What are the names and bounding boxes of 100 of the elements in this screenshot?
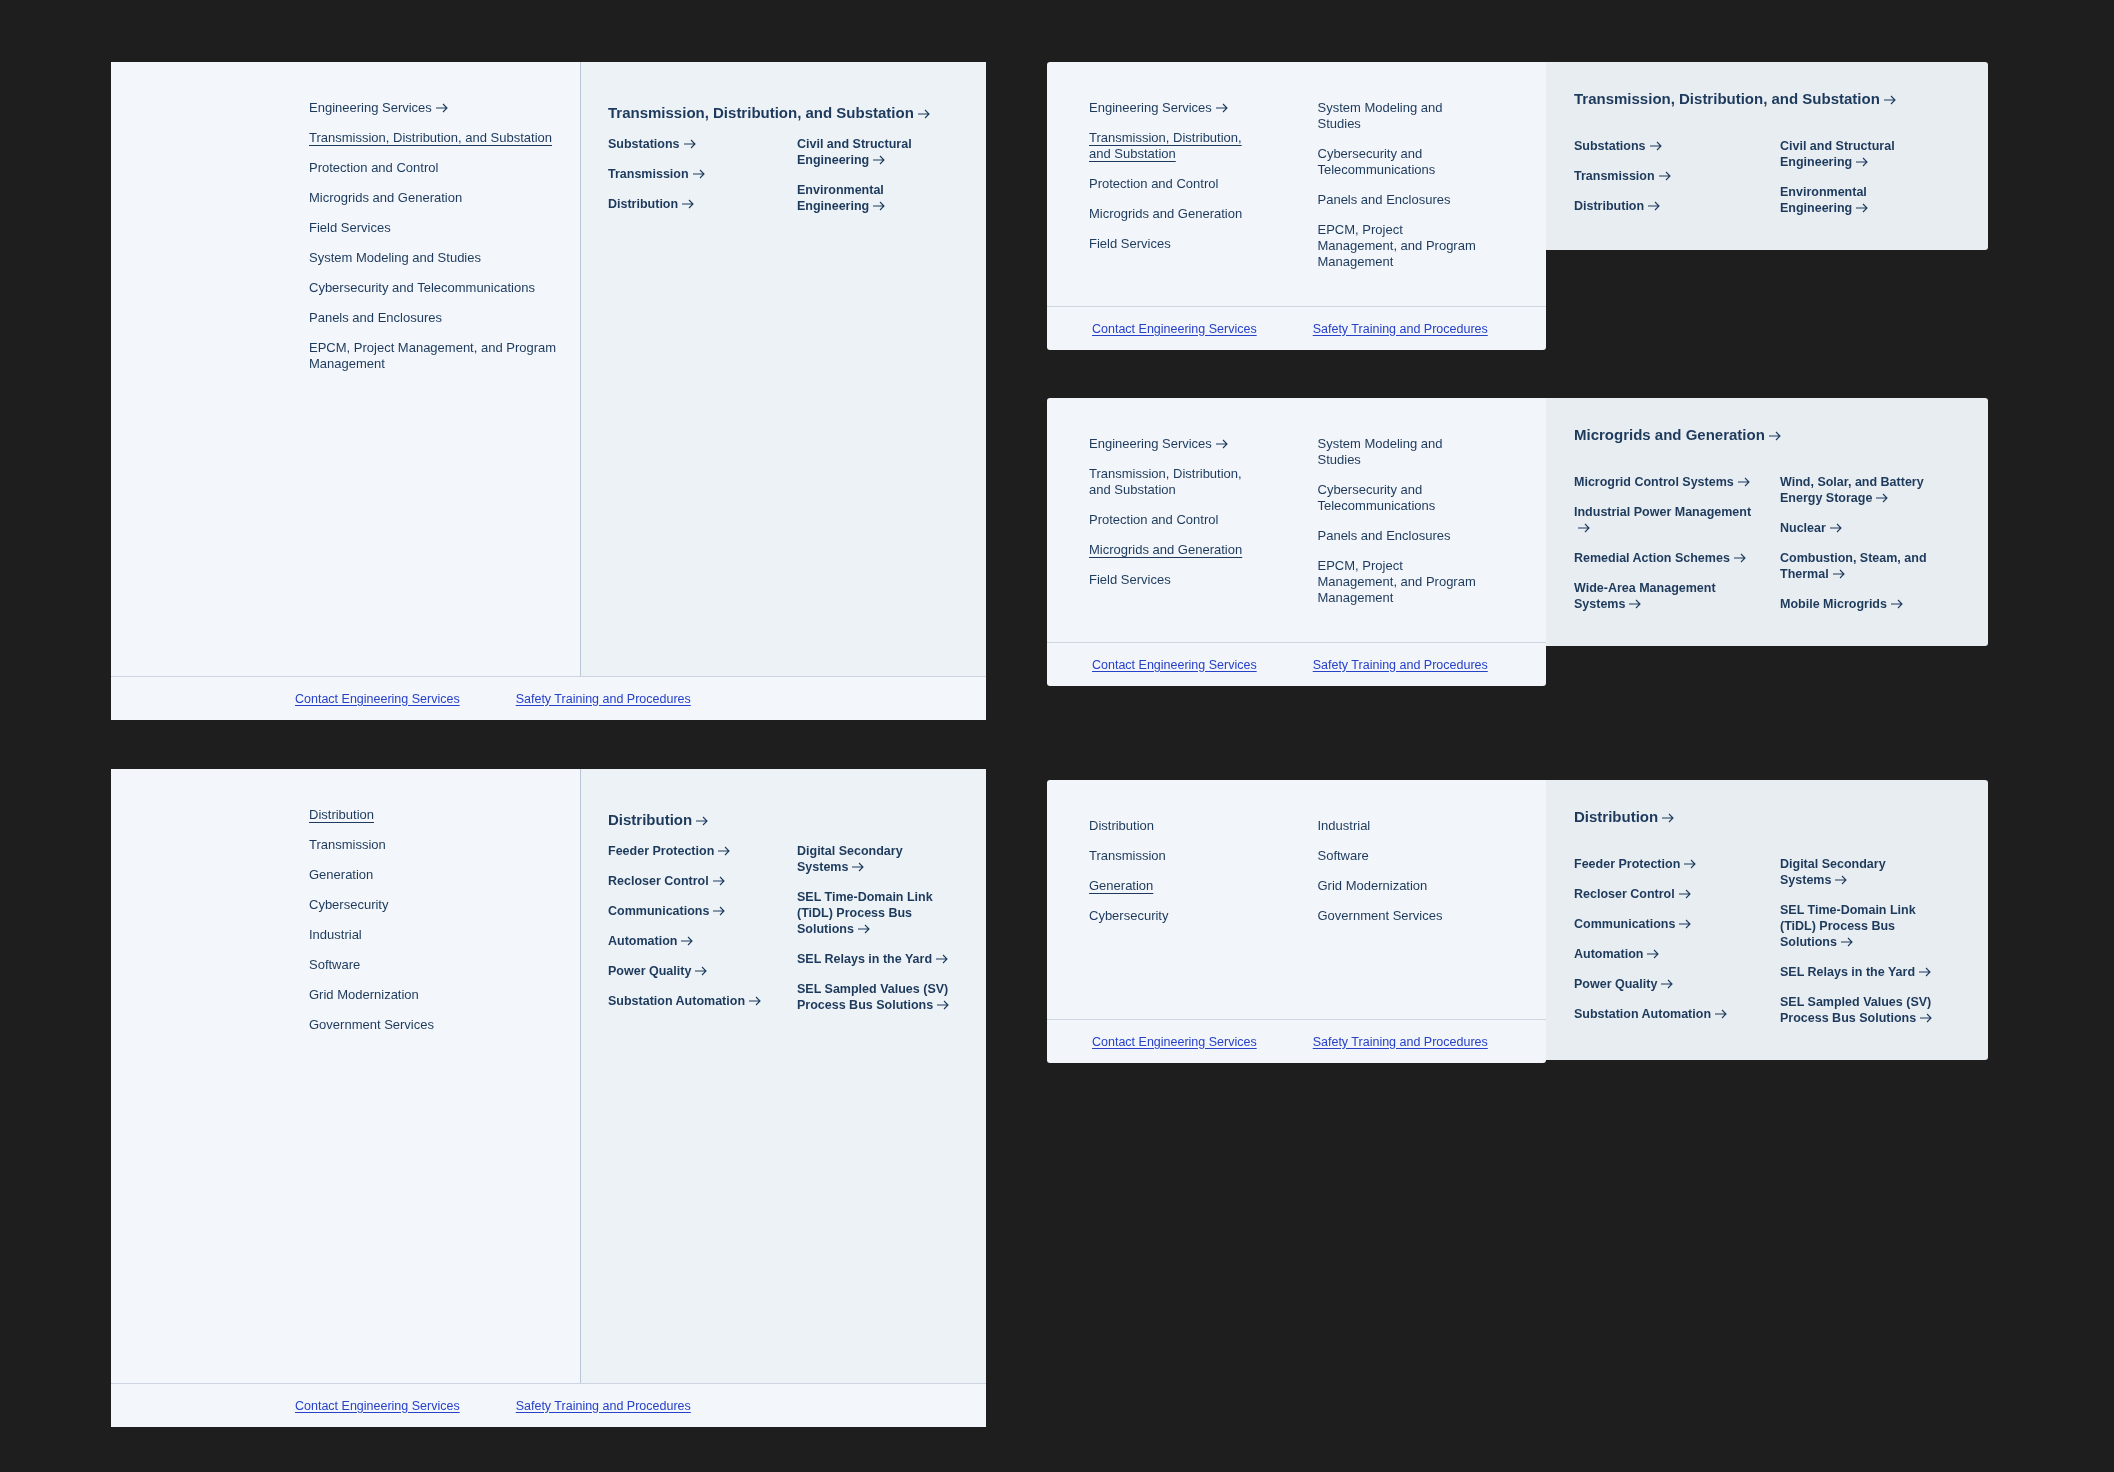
submenu-link[interactable]: SEL Sampled Values (SV) Process Bus Solutions [1780, 994, 1938, 1026]
submenu-link[interactable]: Distribution [608, 196, 695, 212]
submenu-link[interactable]: Remedial Action Schemes [1574, 550, 1746, 566]
submenu-heading-link[interactable]: Distribution [1574, 808, 1968, 826]
submenu-link[interactable]: Recloser Control [608, 873, 725, 889]
menu-item[interactable]: Cybersecurity and Telecommunications [1317, 482, 1485, 514]
menu-item[interactable]: Field Services [309, 220, 391, 236]
menu-item[interactable]: Cybersecurity and Telecommunications [309, 280, 535, 296]
menu-item[interactable]: Panels and Enclosures [309, 310, 442, 326]
menu-item[interactable]: Transmission, Distribution, and Substation [309, 130, 553, 146]
submenu-link[interactable]: Civil and Structural Engineering [797, 136, 955, 168]
menu-item[interactable]: Government Services [309, 1017, 434, 1033]
submenu-link[interactable]: SEL Sampled Values (SV) Process Bus Solutions [797, 981, 955, 1013]
menu-item[interactable]: Engineering Services [1089, 100, 1228, 116]
menu-item[interactable]: Microgrids and Generation [309, 190, 463, 206]
arrow-icon [1835, 875, 1848, 885]
menu-item[interactable]: Panels and Enclosures [1317, 192, 1451, 208]
footer-link[interactable]: Safety Training and Procedures [1312, 1034, 1488, 1049]
submenu-link[interactable]: SEL Relays in the Yard [1780, 964, 1932, 980]
submenu-link[interactable]: Power Quality [608, 963, 708, 979]
submenu-link[interactable]: Environmental Engineering [1780, 184, 1938, 216]
menu-item[interactable]: Microgrids and Generation [1089, 206, 1243, 222]
submenu-link[interactable]: Civil and Structural Engineering [1780, 138, 1938, 170]
submenu-heading-link[interactable]: Distribution [608, 811, 966, 829]
menu-item[interactable]: Industrial [1317, 818, 1371, 834]
arrow-icon [713, 906, 726, 916]
menu-item[interactable]: Distribution [1089, 818, 1155, 834]
submenu-heading-link[interactable]: Transmission, Distribution, and Substation [1574, 90, 1968, 108]
menu-item[interactable]: Transmission, Distribution, and Substation [1089, 130, 1257, 162]
footer-link[interactable]: Contact Engineering Services [1092, 1034, 1257, 1049]
menu-item[interactable]: Field Services [1089, 572, 1171, 588]
menu-item[interactable]: Generation [309, 867, 374, 883]
menu-item[interactable]: Protection and Control [1089, 176, 1219, 192]
submenu-link[interactable]: Industrial Power Management [1574, 504, 1754, 536]
submenu-link[interactable]: Environmental Engineering [797, 182, 955, 214]
submenu-link[interactable]: Microgrid Control Systems [1574, 474, 1750, 490]
menu-item[interactable]: Grid Modernization [309, 987, 419, 1003]
menu-item[interactable]: Protection and Control [1089, 512, 1219, 528]
submenu-link[interactable]: Wind, Solar, and Battery Energy Storage [1780, 474, 1938, 506]
menu-item[interactable]: Field Services [1089, 236, 1171, 252]
menu-item[interactable]: Engineering Services [1089, 436, 1228, 452]
submenu-link[interactable]: Recloser Control [1574, 886, 1691, 902]
footer-link[interactable]: Safety Training and Procedures [1312, 657, 1488, 672]
menu-item[interactable]: Cybersecurity [309, 897, 389, 913]
submenu-link[interactable]: Mobile Microgrids [1780, 596, 1903, 612]
menu-item[interactable]: Distribution [309, 807, 375, 823]
menu-item[interactable]: Transmission [309, 837, 386, 853]
menu-item[interactable]: Microgrids and Generation [1089, 542, 1243, 558]
footer-link[interactable]: Safety Training and Procedures [515, 691, 691, 706]
menu-item[interactable]: EPCM, Project Management, and Program Management [1317, 222, 1485, 270]
submenu-link[interactable]: Substations [608, 136, 696, 152]
menu-item[interactable]: Software [1317, 848, 1369, 864]
menu-item[interactable]: Transmission, Distribution, and Substation [1089, 466, 1257, 498]
submenu-link[interactable]: SEL Relays in the Yard [797, 951, 949, 967]
menu-item[interactable]: Grid Modernization [1317, 878, 1428, 894]
submenu-link[interactable]: Wide-Area Management Systems [1574, 580, 1754, 612]
footer-link[interactable]: Contact Engineering Services [295, 691, 460, 706]
submenu-link[interactable]: Automation [1574, 946, 1660, 962]
submenu-link[interactable]: Automation [608, 933, 694, 949]
menu-item[interactable]: Government Services [1317, 908, 1443, 924]
submenu-link[interactable]: Transmission [1574, 168, 1671, 184]
menu-item[interactable]: Industrial [309, 927, 362, 943]
menu-item[interactable]: Transmission [1089, 848, 1166, 864]
submenu-link[interactable]: Communications [1574, 916, 1692, 932]
menu-item[interactable]: System Modeling and Studies [309, 250, 481, 266]
submenu-heading-link[interactable]: Microgrids and Generation [1574, 426, 1968, 444]
submenu-link[interactable]: Distribution [1574, 198, 1661, 214]
submenu-link[interactable]: Digital Secondary Systems [797, 843, 955, 875]
arrow-icon [712, 876, 725, 886]
footer-link[interactable]: Contact Engineering Services [1092, 657, 1257, 672]
menu-item[interactable]: Engineering Services [309, 100, 448, 116]
submenu-link[interactable]: Combustion, Steam, and Thermal [1780, 550, 1938, 582]
submenu-heading-link[interactable]: Transmission, Distribution, and Substation [608, 104, 966, 122]
submenu-link[interactable]: Substation Automation [608, 993, 762, 1009]
footer-link[interactable]: Contact Engineering Services [1092, 321, 1257, 336]
menu-item[interactable]: EPCM, Project Management, and Program Management [309, 340, 559, 372]
submenu-link[interactable]: SEL Time-Domain Link (TiDL) Process Bus Solutions [797, 889, 955, 937]
menu-item[interactable]: Software [309, 957, 361, 973]
menu-item[interactable]: Protection and Control [309, 160, 439, 176]
footer-link[interactable]: Contact Engineering Services [295, 1398, 460, 1413]
menu-item[interactable]: Cybersecurity and Telecommunications [1317, 146, 1485, 178]
submenu-link[interactable]: Substations [1574, 138, 1662, 154]
submenu-link[interactable]: Feeder Protection [1574, 856, 1697, 872]
footer-link[interactable]: Safety Training and Procedures [515, 1398, 691, 1413]
submenu-link[interactable]: Power Quality [1574, 976, 1674, 992]
submenu-link[interactable]: Substation Automation [1574, 1006, 1728, 1022]
menu-item[interactable]: EPCM, Project Management, and Program Management [1317, 558, 1485, 606]
menu-item[interactable]: Cybersecurity [1089, 908, 1169, 924]
submenu-link[interactable]: SEL Time-Domain Link (TiDL) Process Bus Solutions [1780, 902, 1938, 950]
submenu-link[interactable]: Nuclear [1780, 520, 1842, 536]
footer-link[interactable]: Safety Training and Procedures [1312, 321, 1488, 336]
submenu-link[interactable]: Feeder Protection [608, 843, 731, 859]
submenu-link[interactable]: Transmission [608, 166, 705, 182]
menu-item[interactable]: Generation [1089, 878, 1154, 894]
submenu-link[interactable]: Digital Secondary Systems [1780, 856, 1938, 888]
arrow-icon [1662, 813, 1675, 823]
menu-item[interactable]: Panels and Enclosures [1317, 528, 1451, 544]
submenu-link[interactable]: Communications [608, 903, 726, 919]
menu-item[interactable]: System Modeling and Studies [1317, 436, 1485, 468]
menu-item[interactable]: System Modeling and Studies [1317, 100, 1485, 132]
